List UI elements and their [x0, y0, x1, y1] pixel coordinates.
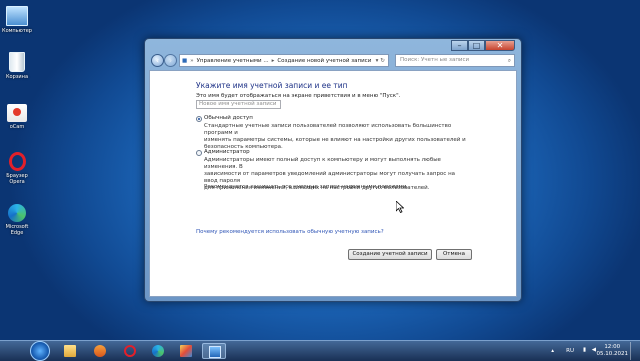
- desktop-icon-edge[interactable]: Microsoft Edge: [0, 204, 34, 236]
- standard-user-description: Стандартные учетные записи пользователей…: [204, 123, 466, 151]
- breadcrumb-item[interactable]: Создание новой учетной записи: [275, 58, 373, 64]
- refresh-icon[interactable]: ↻: [379, 58, 388, 64]
- description-line: зависимости от параметров уведомлений ад…: [204, 171, 456, 184]
- page-title: Укажите имя учетной записи и ее тип: [196, 81, 348, 90]
- maximize-button[interactable]: □: [468, 40, 485, 51]
- account-name-placeholder: Новое имя учетной записи: [199, 101, 277, 107]
- taskbar-control-panel[interactable]: [202, 343, 226, 359]
- taskbar: ▴ RU ▮ ◀ 12:00 05.10.2021: [0, 340, 640, 361]
- password-recommendation: Рекомендуется защищать все учетные запис…: [204, 184, 409, 190]
- window-controls: – □ ✕: [451, 40, 515, 51]
- taskbar-media-player[interactable]: [88, 343, 112, 359]
- edge-icon: [152, 345, 164, 357]
- close-button[interactable]: ✕: [485, 40, 515, 51]
- clock[interactable]: 12:00 05.10.2021: [597, 344, 629, 358]
- desktop-icon-label: Компьютер: [2, 28, 32, 34]
- search-placeholder: Поиск: Учетн ые записи: [400, 57, 470, 63]
- language-indicator[interactable]: RU: [566, 348, 574, 354]
- navigation-bar: ‹ › ■ » Управление учетными ... ▸ Создан…: [149, 53, 517, 69]
- media-player-icon: [94, 345, 106, 357]
- create-account-window: – □ ✕ ‹ › ■ » Управление учетными ... ▸ …: [144, 38, 522, 302]
- taskbar-explorer[interactable]: [58, 343, 82, 359]
- opera-icon: [8, 152, 26, 171]
- standard-user-radio[interactable]: [196, 116, 202, 122]
- taskbar-opera[interactable]: [118, 343, 142, 359]
- volume-icon[interactable]: ◀: [592, 347, 596, 353]
- breadcrumb-item[interactable]: Управление учетными ...: [195, 58, 271, 64]
- back-arrow-icon: ‹: [155, 56, 160, 65]
- desktop-icon-ocam[interactable]: oCam: [0, 104, 34, 130]
- desktop-icon-label: oCam: [9, 124, 25, 130]
- control-panel-icon: [209, 346, 221, 358]
- minimize-button[interactable]: –: [451, 40, 468, 51]
- start-button[interactable]: [30, 341, 50, 361]
- taskbar-edge[interactable]: [146, 343, 170, 359]
- back-button[interactable]: ‹: [151, 54, 164, 67]
- desktop-icon-label: Корзина: [5, 74, 29, 80]
- account-name-input[interactable]: Новое имя учетной записи: [196, 100, 281, 109]
- explorer-icon: [64, 345, 76, 357]
- opera-icon: [124, 345, 136, 357]
- desktop-icon-computer[interactable]: Компьютер: [0, 6, 34, 34]
- ocam-icon: [7, 104, 27, 122]
- content-pane: Укажите имя учетной записи и ее тип Это …: [149, 70, 517, 297]
- administrator-label[interactable]: Администратор: [204, 149, 250, 155]
- computer-icon: [6, 6, 28, 26]
- create-account-button[interactable]: Создание учетной записи: [348, 249, 432, 260]
- taskbar-paint[interactable]: [174, 343, 198, 359]
- description-line: Стандартные учетные записи пользователей…: [204, 123, 452, 136]
- show-desktop-button[interactable]: [630, 342, 636, 360]
- paint-icon: [180, 345, 192, 357]
- why-standard-account-link[interactable]: Почему рекомендуется использовать обычну…: [196, 229, 384, 235]
- name-hint: Это имя будет отображаться на экране при…: [196, 93, 401, 99]
- search-icon: ⌕: [507, 58, 511, 64]
- desktop-icon-recycle-bin[interactable]: Корзина: [0, 52, 34, 80]
- tray-arrow-icon[interactable]: ▴: [551, 348, 554, 354]
- search-input[interactable]: Поиск: Учетн ые записи ⌕: [395, 54, 515, 67]
- desktop-icon-label: Microsoft Edge: [5, 224, 29, 236]
- edge-icon: [8, 204, 26, 222]
- clock-date: 05.10.2021: [596, 351, 629, 357]
- mouse-cursor-icon: [396, 201, 404, 213]
- forward-arrow-icon: ›: [168, 56, 173, 65]
- recycle-bin-icon: [9, 52, 25, 72]
- cancel-button[interactable]: Отмена: [436, 249, 472, 260]
- network-icon[interactable]: ▮: [583, 347, 586, 353]
- address-bar[interactable]: ■ » Управление учетными ... ▸ Создание н…: [179, 54, 389, 67]
- description-line: изменять параметры системы, которые не в…: [204, 137, 466, 143]
- description-line: Администраторы имеют полный доступ к ком…: [204, 157, 441, 170]
- forward-button[interactable]: ›: [164, 54, 177, 67]
- clock-time: 12:00: [604, 344, 621, 350]
- control-panel-small-icon: ■: [182, 57, 188, 64]
- desktop: Компьютер Корзина oCam Браузер Opera Mic…: [0, 0, 640, 340]
- administrator-radio[interactable]: [196, 150, 202, 156]
- standard-user-label[interactable]: Обычный доступ: [204, 115, 253, 121]
- desktop-icon-opera[interactable]: Браузер Opera: [0, 152, 34, 185]
- desktop-icon-label: Браузер Opera: [6, 173, 28, 185]
